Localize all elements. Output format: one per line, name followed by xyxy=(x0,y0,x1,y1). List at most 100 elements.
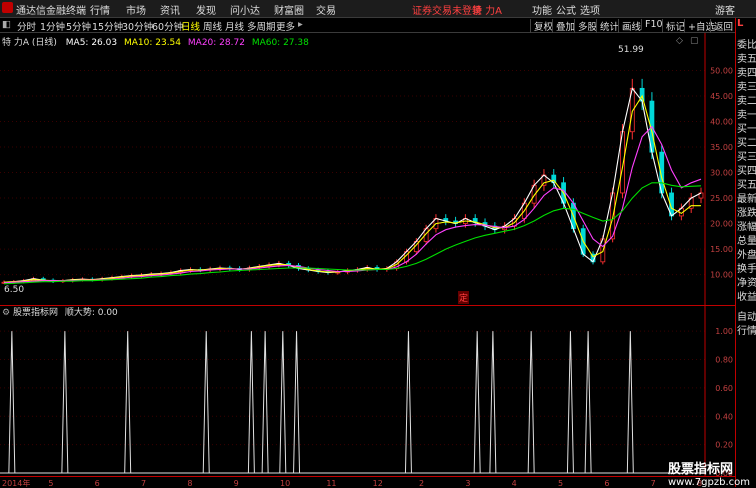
quote-eps: 收益 xyxy=(737,292,756,303)
menu-zixun[interactable]: 资讯 xyxy=(160,2,180,17)
user-guest[interactable]: 游客 xyxy=(715,2,735,17)
period-1min[interactable]: 1分钟 xyxy=(40,19,65,33)
top-menu-bar: 通达信金融终端 行情 市场 资讯 发现 问小达 财富圈 交易 证券交易未登录 特… xyxy=(0,0,756,18)
indicator-spike xyxy=(8,331,16,474)
btn-huaxian[interactable]: 画线 xyxy=(618,19,641,33)
indicator-spike xyxy=(293,331,301,474)
y-tick-label: 0.60 xyxy=(715,384,733,393)
y-tick-label: 1.00 xyxy=(715,327,733,336)
quote-netasset: 净资 xyxy=(737,278,756,289)
btn-biaoji[interactable]: 标记 xyxy=(662,19,685,33)
indicator-legend: ⚙ 股票指标网 顺大势: 0.00 xyxy=(2,305,118,318)
quote-side-panel: L 委比 卖五 卖四 卖三 卖二 卖一 买一 买二 买三 买四 买五 最新 涨跌… xyxy=(735,18,756,487)
kline-chart[interactable]: 10.00 15.00 20.00 25.00 30.00 35.00 40.00 45.00… xyxy=(0,33,735,305)
period-more[interactable]: 更多 xyxy=(276,19,295,33)
quote-buy2: 买二 xyxy=(737,138,756,149)
quote-sell5: 卖五 xyxy=(737,54,756,65)
indicator-spike xyxy=(566,331,574,474)
marker-ding: 定 xyxy=(458,291,470,304)
quote-sell2: 卖二 xyxy=(737,96,756,107)
menu-gongshi[interactable]: 公式 xyxy=(556,2,576,17)
period-fenshi[interactable]: 分时 xyxy=(17,19,36,33)
period-week[interactable]: 周线 xyxy=(203,19,222,33)
btn-duogu[interactable]: 多股 xyxy=(574,19,597,33)
menu-caifuquan[interactable]: 财富圈 xyxy=(274,2,304,17)
quote-sell1: 卖一 xyxy=(737,110,756,121)
period-month[interactable]: 月线 xyxy=(225,19,244,33)
menu-xuanxiang[interactable]: 选项 xyxy=(580,2,600,17)
chart-title: 特 力A (日线) xyxy=(2,38,57,48)
indicator-spike xyxy=(626,331,634,474)
btn-diejia[interactable]: 叠加 xyxy=(552,19,575,33)
ma-legend: 特 力A (日线) MA5: 26.03 MA10: 23.54 MA20: 2… xyxy=(2,35,309,48)
chart-settings-icon[interactable]: ◇ xyxy=(676,36,683,46)
y-tick-label: 25.00 xyxy=(710,194,733,203)
ma60-label: MA60: 27.38 xyxy=(251,38,309,48)
watermark: 股票指标网 www.7gpzb.com xyxy=(668,458,750,488)
high-price-label: 51.99 xyxy=(618,45,644,55)
quote-button[interactable]: 行情 xyxy=(737,322,756,337)
y-tick-label: 45.00 xyxy=(710,92,733,101)
indicator-spike xyxy=(584,331,592,474)
auto-button[interactable]: 自动 xyxy=(737,308,756,323)
period-30min[interactable]: 30分钟 xyxy=(122,19,153,33)
indicator-spike xyxy=(202,331,210,474)
ma5-label: MA5: 26.03 xyxy=(65,38,118,48)
collapse-icon[interactable]: ◧ xyxy=(2,19,11,30)
y-tick-label: 35.00 xyxy=(710,143,733,152)
chart-expand-icon[interactable]: ▢ xyxy=(690,36,699,46)
more-arrow-icon[interactable]: ▸ xyxy=(298,19,303,30)
menu-faxian[interactable]: 发现 xyxy=(196,2,216,17)
menu-hangqing[interactable]: 行情 xyxy=(90,2,110,17)
quote-sell4: 卖四 xyxy=(737,68,756,79)
menu-gongneng[interactable]: 功能 xyxy=(532,2,552,17)
indicator-settings-icon[interactable]: ⚙ xyxy=(2,308,10,318)
quote-sell3: 卖三 xyxy=(737,82,756,93)
period-multi[interactable]: 多周期 xyxy=(247,19,276,33)
btn-fanhui[interactable]: 返回 xyxy=(710,19,733,33)
period-15min[interactable]: 15分钟 xyxy=(92,19,123,33)
quote-volume: 总量 xyxy=(737,236,756,247)
btn-tongji[interactable]: 统计 xyxy=(596,19,619,33)
quote-buy4: 买四 xyxy=(737,166,756,177)
ma20-label: MA20: 28.72 xyxy=(187,38,245,48)
current-stock-name: 特 力A xyxy=(472,6,503,17)
y-tick-label: 50.00 xyxy=(710,67,733,76)
indicator-spike xyxy=(527,331,535,474)
series-ma5-line xyxy=(3,87,702,283)
low-price-label: 6.50 xyxy=(4,285,25,295)
indicator-spike xyxy=(261,331,269,474)
indicator-chart[interactable]: 0.000.200.400.600.801.00 xyxy=(0,305,735,477)
period-toolbar: ◧ 分时 1分钟 5分钟 15分钟 30分钟 60分钟 日线 周线 月线 多周期… xyxy=(0,18,735,33)
watermark-title: 股票指标网 xyxy=(668,462,734,477)
quote-change-pct: 涨幅 xyxy=(737,222,756,233)
indicator-source: 股票指标网 xyxy=(12,308,58,318)
menu-wenxiaoda[interactable]: 问小达 xyxy=(230,2,260,17)
btn-fuquan[interactable]: 复权 xyxy=(530,19,553,33)
btn-f10[interactable]: F10 xyxy=(641,19,663,30)
period-5min[interactable]: 5分钟 xyxy=(66,19,91,33)
indicator-spike xyxy=(473,331,481,474)
period-day[interactable]: 日线 xyxy=(181,19,200,33)
date-axis: 2014年 5 6 7 8 9 10 11 12 2 3 4 5 6 7 8 xyxy=(0,476,735,488)
indicator-spike xyxy=(247,331,255,474)
y-tick-label: 0.20 xyxy=(715,441,733,450)
y-tick-label: 0.80 xyxy=(715,356,733,365)
indicator-spike xyxy=(279,331,287,474)
quote-turnover: 换手 xyxy=(737,264,756,275)
menu-jiaoyi[interactable]: 交易 xyxy=(316,2,336,17)
quote-latest: 最新 xyxy=(737,194,756,205)
indicator-spike xyxy=(489,331,497,474)
app-logo-icon xyxy=(2,2,13,13)
quote-outer: 外盘 xyxy=(737,250,756,261)
menu-shichang[interactable]: 市场 xyxy=(126,2,146,17)
quote-buy5: 买五 xyxy=(737,180,756,191)
quote-buy1: 买一 xyxy=(737,124,756,135)
period-60min[interactable]: 60分钟 xyxy=(152,19,183,33)
indicator-spike xyxy=(404,331,412,474)
y-tick-label: 30.00 xyxy=(710,169,733,178)
y-tick-label: 0.40 xyxy=(715,412,733,421)
watermark-url: www.7gpzb.com xyxy=(668,477,750,488)
y-tick-label: 20.00 xyxy=(710,220,733,229)
app-name: 通达信金融终端 xyxy=(16,6,86,17)
